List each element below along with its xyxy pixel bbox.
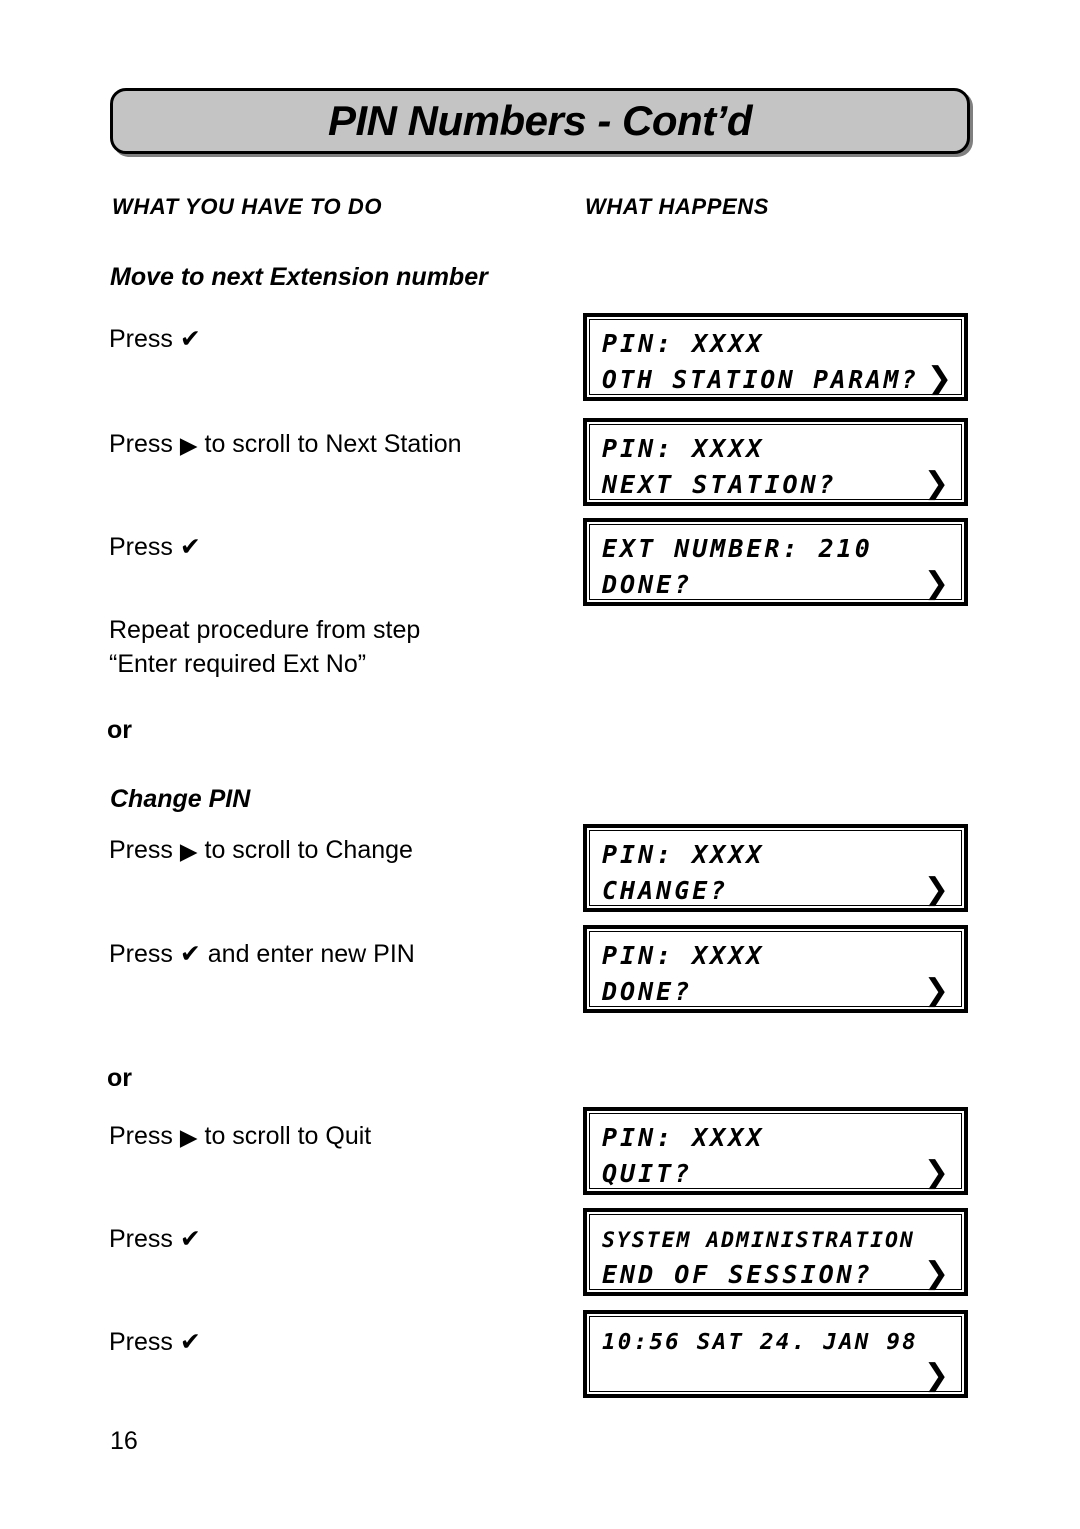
- page-title-banner: PIN Numbers - Cont’d: [110, 88, 970, 154]
- lcd-line-text: EXT NUMBER: 210: [602, 534, 873, 563]
- chevron-icon: ❯: [923, 1155, 949, 1190]
- lcd-screen: PIN: XXXX❯ DONE? ❯: [589, 931, 962, 1009]
- lcd-line-text: PIN: XXXX: [602, 434, 765, 463]
- lcd-line-2: CHANGE? ❯: [602, 872, 949, 908]
- repeat-line-2: “Enter required Ext No”: [109, 650, 367, 678]
- step-press-arrow-quit: Press ▶ to scroll to Quit: [109, 1119, 371, 1153]
- right-arrow-icon: ▶: [179, 433, 198, 459]
- chevron-icon: ❯: [923, 973, 949, 1008]
- lcd-line-1: PIN: XXXX❯: [602, 430, 949, 466]
- lcd-display-1: PIN: XXXX❯ OTH STATION PARAM?❯: [583, 313, 968, 401]
- lcd-line-1: PIN: XXXX❯: [602, 1119, 949, 1155]
- check-icon: ✔: [179, 1327, 201, 1356]
- chevron-icon: ❯: [923, 1358, 949, 1393]
- lcd-line-2: QUIT? ❯: [602, 1155, 949, 1191]
- lcd-display-7: SYSTEM ADMINISTRATION❯ END OF SESSION? ❯: [583, 1208, 968, 1296]
- right-arrow-icon: ▶: [179, 839, 198, 865]
- lcd-line-text: CHANGE?: [602, 876, 729, 905]
- step-press-check-2: Press ✔: [109, 530, 201, 564]
- lcd-line-1: PIN: XXXX❯: [602, 325, 949, 361]
- step-label-rest: to scroll to Change: [197, 836, 413, 864]
- lcd-line-text: NEXT STATION?: [602, 470, 837, 499]
- step-label: Press: [109, 1225, 180, 1253]
- step-press-arrow-change: Press ▶ to scroll to Change: [109, 833, 413, 867]
- step-label-rest: and enter new PIN: [200, 940, 415, 968]
- lcd-line-text: PIN: XXXX: [602, 840, 765, 869]
- section-heading-move-to-next-extension: Move to next Extension number: [110, 263, 488, 291]
- step-label: Press: [109, 533, 180, 561]
- lcd-display-8: 10:56 SAT 24. JAN 98❯ ❯: [583, 1310, 968, 1398]
- lcd-display-2: PIN: XXXX❯ NEXT STATION? ❯: [583, 418, 968, 506]
- lcd-display-6: PIN: XXXX❯ QUIT? ❯: [583, 1107, 968, 1195]
- repeat-line-1: Repeat procedure from step: [109, 616, 421, 644]
- lcd-line-text: PIN: XXXX: [602, 329, 765, 358]
- or-separator-1: or: [107, 716, 132, 744]
- lcd-line-2: DONE? ❯: [602, 566, 949, 602]
- lcd-line-text: END OF SESSION?: [602, 1260, 873, 1289]
- check-icon: ✔: [179, 532, 201, 561]
- step-press-check-1: Press ✔: [109, 322, 201, 356]
- chevron-icon: ❯: [923, 1256, 949, 1291]
- check-icon: ✔: [179, 1224, 201, 1253]
- step-label: Press: [109, 325, 180, 353]
- step-label: Press: [109, 836, 180, 864]
- chevron-icon: ❯: [926, 361, 952, 396]
- chevron-icon: ❯: [923, 872, 949, 907]
- lcd-line-text: SYSTEM ADMINISTRATION: [602, 1228, 915, 1253]
- column-heading-what-you-have-to-do: WHAT YOU HAVE TO DO: [112, 194, 383, 219]
- step-press-check-3: Press ✔: [109, 1222, 201, 1256]
- page-title: PIN Numbers - Cont’d: [327, 97, 753, 144]
- lcd-line-1: PIN: XXXX❯: [602, 836, 949, 872]
- lcd-display-5: PIN: XXXX❯ DONE? ❯: [583, 925, 968, 1013]
- lcd-line-text: QUIT?: [602, 1159, 693, 1188]
- lcd-screen: SYSTEM ADMINISTRATION❯ END OF SESSION? ❯: [589, 1214, 962, 1292]
- lcd-screen: EXT NUMBER: 210❯ DONE? ❯: [589, 524, 962, 602]
- lcd-display-3: EXT NUMBER: 210❯ DONE? ❯: [583, 518, 968, 606]
- section-heading-change-pin: Change PIN: [110, 785, 251, 813]
- step-label: Press: [109, 940, 180, 968]
- lcd-line-text: DONE?: [602, 977, 693, 1006]
- chevron-icon: ❯: [923, 566, 949, 601]
- right-arrow-icon: ▶: [179, 1125, 198, 1151]
- lcd-line-1: 10:56 SAT 24. JAN 98❯: [602, 1322, 949, 1358]
- step-label-rest: to scroll to Quit: [197, 1122, 372, 1150]
- lcd-screen: 10:56 SAT 24. JAN 98❯ ❯: [589, 1316, 962, 1394]
- step-repeat-procedure: Repeat procedure from step “Enter requir…: [109, 613, 539, 681]
- lcd-screen: PIN: XXXX❯ NEXT STATION? ❯: [589, 424, 962, 502]
- lcd-screen: PIN: XXXX❯ CHANGE? ❯: [589, 830, 962, 908]
- lcd-line-2: OTH STATION PARAM? ❯: [602, 361, 952, 397]
- lcd-line-1: PIN: XXXX❯: [602, 937, 949, 973]
- step-press-check-enter-new-pin: Press ✔ and enter new PIN: [109, 937, 415, 971]
- step-label-rest: to scroll to Next Station: [197, 430, 462, 458]
- step-label: Press: [109, 430, 180, 458]
- check-icon: ✔: [179, 324, 201, 353]
- lcd-screen: PIN: XXXX❯ OTH STATION PARAM?❯: [589, 319, 962, 397]
- lcd-line-text: 10:56 SAT 24. JAN 98: [602, 1329, 918, 1355]
- step-press-check-4: Press ✔: [109, 1325, 201, 1359]
- chevron-icon: ❯: [923, 466, 949, 501]
- lcd-line-text: PIN: XXXX: [602, 1123, 765, 1152]
- lcd-line-2: NEXT STATION? ❯: [602, 466, 949, 502]
- lcd-line-2: END OF SESSION? ❯: [602, 1256, 949, 1292]
- column-heading-what-happens: WHAT HAPPENS: [585, 194, 770, 219]
- step-label: Press: [109, 1122, 180, 1150]
- lcd-line-2: DONE? ❯: [602, 973, 949, 1009]
- lcd-line-text: OTH STATION PARAM?: [602, 365, 919, 394]
- page-number: 16: [110, 1427, 138, 1455]
- lcd-line-text: DONE?: [602, 570, 693, 599]
- lcd-line-text: PIN: XXXX: [602, 941, 765, 970]
- lcd-line-1: EXT NUMBER: 210❯: [602, 530, 949, 566]
- step-label: Press: [109, 1328, 180, 1356]
- lcd-screen: PIN: XXXX❯ QUIT? ❯: [589, 1113, 962, 1191]
- check-icon: ✔: [179, 939, 201, 968]
- step-press-arrow-next-station: Press ▶ to scroll to Next Station: [109, 427, 462, 461]
- or-separator-2: or: [107, 1064, 132, 1092]
- lcd-display-4: PIN: XXXX❯ CHANGE? ❯: [583, 824, 968, 912]
- lcd-line-1: SYSTEM ADMINISTRATION❯: [602, 1220, 949, 1256]
- lcd-line-2: ❯: [602, 1358, 949, 1394]
